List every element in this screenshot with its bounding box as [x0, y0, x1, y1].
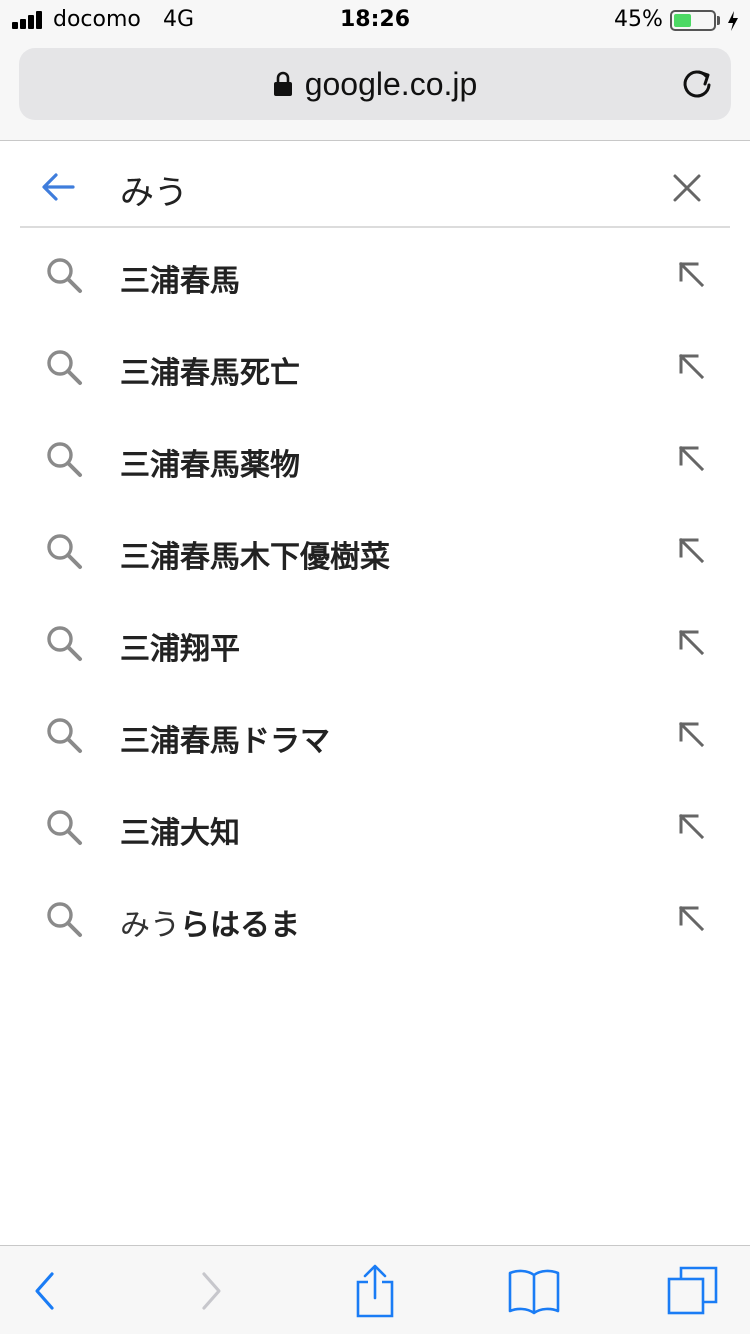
suggestion-text: 三浦春馬ドラマ [120, 716, 330, 760]
suggestion-list: 三浦春馬三浦春馬死亡 三浦春馬薬物三浦春馬木下優樹菜 三浦翔平三浦春馬ドラマ 三浦大知… [0, 229, 750, 965]
suggestion-item[interactable]: 三浦春馬 [0, 229, 750, 321]
address-bar-domain[interactable]: google.co.jp [19, 66, 731, 103]
suggestion-text: 三浦春馬死亡 [120, 348, 300, 392]
battery-icon [670, 10, 716, 31]
reload-icon[interactable] [679, 66, 715, 102]
battery-percentage: 45% [614, 7, 663, 32]
share-button[interactable] [330, 1246, 420, 1334]
suggestion-text: 三浦春馬 [120, 256, 240, 300]
suggestion-text: みうらはるま [120, 900, 300, 944]
fill-query-arrow-icon[interactable] [676, 719, 706, 749]
suggestion-text: 三浦翔平 [120, 624, 240, 668]
chevron-left-icon [35, 1271, 54, 1310]
suggestion-item[interactable]: 三浦翔平 [0, 597, 750, 689]
suggestion-completion-part: 三浦翔平 [120, 632, 240, 667]
battery-tip [717, 16, 720, 25]
fill-query-arrow-icon[interactable] [676, 627, 706, 657]
status-bar: docomo 4G 18:26 45% [0, 0, 750, 40]
suggestion-text: 三浦春馬薬物 [120, 440, 300, 484]
forward-button[interactable] [166, 1246, 256, 1334]
share-icon [356, 1264, 394, 1317]
search-icon [47, 718, 82, 753]
suggestion-item[interactable]: 三浦春馬死亡 [0, 321, 750, 413]
tabs-button[interactable] [648, 1246, 738, 1334]
bookmarks-button[interactable] [489, 1246, 579, 1334]
fill-query-arrow-icon[interactable] [676, 259, 706, 289]
fill-query-arrow-icon[interactable] [676, 351, 706, 381]
search-icon [47, 902, 82, 937]
suggestion-item[interactable]: 三浦春馬薬物 [0, 413, 750, 505]
suggestion-completion-part: 三浦春馬薬物 [120, 448, 300, 483]
search-icon [47, 258, 82, 293]
search-icon [47, 442, 82, 477]
battery-level-fill [674, 14, 691, 27]
suggestion-text: 三浦大知 [120, 808, 240, 852]
charging-bolt-icon [728, 11, 738, 31]
lock-icon [273, 68, 293, 96]
search-icon [47, 810, 82, 845]
address-bar[interactable]: google.co.jp [19, 48, 731, 120]
fill-query-arrow-icon[interactable] [676, 443, 706, 473]
search-input[interactable]: みう [120, 165, 188, 214]
back-button[interactable] [0, 1246, 90, 1334]
book-icon [508, 1269, 560, 1314]
browser-toolbar [0, 1245, 750, 1334]
suggestion-completion-part: らはるま [180, 908, 300, 943]
suggestion-text: 三浦春馬木下優樹菜 [120, 532, 390, 576]
suggestion-completion-part: 三浦春馬死亡 [120, 356, 300, 391]
domain-text: google.co.jp [304, 66, 478, 102]
search-icon [47, 350, 82, 385]
suggestion-item[interactable]: みうらはるま [0, 873, 750, 965]
browser-top-chrome: docomo 4G 18:26 45% google.co.jp [0, 0, 750, 141]
search-box[interactable]: みう [20, 141, 730, 228]
fill-query-arrow-icon[interactable] [676, 811, 706, 841]
suggestion-item[interactable]: 三浦春馬ドラマ [0, 689, 750, 781]
fill-query-arrow-icon[interactable] [676, 903, 706, 933]
suggestion-completion-part: 三浦春馬 [120, 264, 240, 299]
suggestion-completion-part: 三浦大知 [120, 816, 240, 851]
suggestion-item[interactable]: 三浦春馬木下優樹菜 [0, 505, 750, 597]
arrow-left-icon[interactable] [40, 169, 76, 205]
tabs-icon [667, 1266, 718, 1314]
suggestion-completion-part: 三浦春馬木下優樹菜 [120, 540, 390, 575]
suggestion-completion-part: 三浦春馬ドラマ [120, 724, 330, 759]
suggestion-typed-part: みう [120, 908, 180, 943]
search-icon [47, 626, 82, 661]
close-icon[interactable] [672, 173, 702, 203]
suggestion-item[interactable]: 三浦大知 [0, 781, 750, 873]
chevron-right-icon [202, 1271, 221, 1310]
fill-query-arrow-icon[interactable] [676, 535, 706, 565]
search-icon [47, 534, 82, 569]
